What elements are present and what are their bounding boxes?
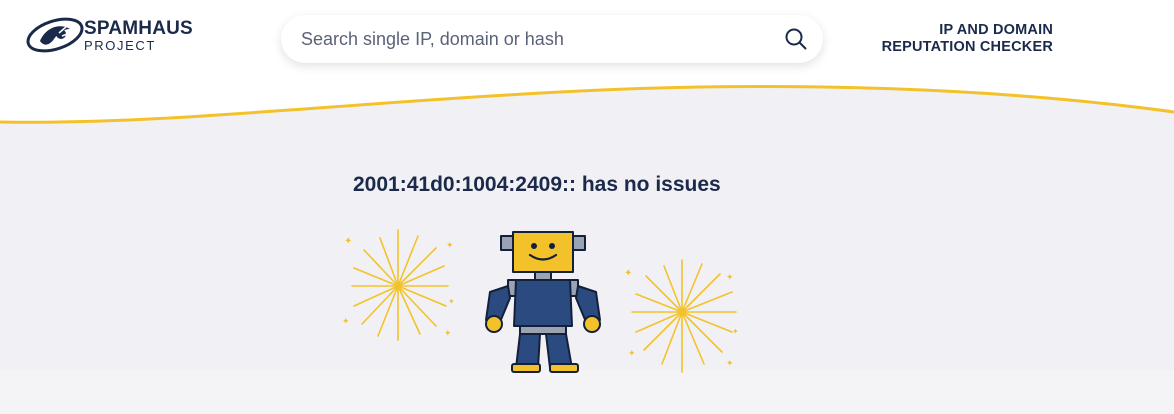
svg-text:✦: ✦ <box>448 297 455 306</box>
spamhaus-logo[interactable]: SPAMHAUS PROJECT <box>24 15 239 55</box>
result-message: 2001:41d0:1004:2409:: has no issues <box>353 173 721 196</box>
svg-text:✦: ✦ <box>726 359 734 369</box>
spamhaus-logo-icon <box>26 17 84 53</box>
search-bar[interactable] <box>281 15 823 63</box>
happy-robot-illustration: ✦ ✦ ✦ ✦ ✦ ✦ ✦ ✦ ✦ ✦ <box>342 229 739 373</box>
nav-title-line-2: REPUTATION CHECKER <box>881 39 1053 55</box>
svg-text:✦: ✦ <box>344 236 352 247</box>
firework-right <box>631 259 737 373</box>
firework-left <box>351 229 449 341</box>
svg-text:✦: ✦ <box>342 317 350 327</box>
svg-text:✦: ✦ <box>444 329 452 339</box>
svg-text:✦: ✦ <box>624 268 632 279</box>
svg-text:✦: ✦ <box>732 327 739 336</box>
svg-text:✦: ✦ <box>726 273 734 283</box>
logo-subtitle: PROJECT <box>84 37 156 53</box>
svg-text:✦: ✦ <box>446 241 454 251</box>
ip-domain-reputation-checker-link[interactable]: IP AND DOMAIN REPUTATION CHECKER <box>850 22 1053 56</box>
logo-text: SPAMHAUS PROJECT <box>84 19 193 52</box>
nav-title-line-1: IP AND DOMAIN <box>939 22 1053 38</box>
svg-text:✦: ✦ <box>628 349 636 359</box>
search-input[interactable] <box>281 15 761 63</box>
search-icon[interactable] <box>785 28 807 50</box>
robot <box>485 231 601 373</box>
logo-title: SPAMHAUS <box>84 17 193 39</box>
